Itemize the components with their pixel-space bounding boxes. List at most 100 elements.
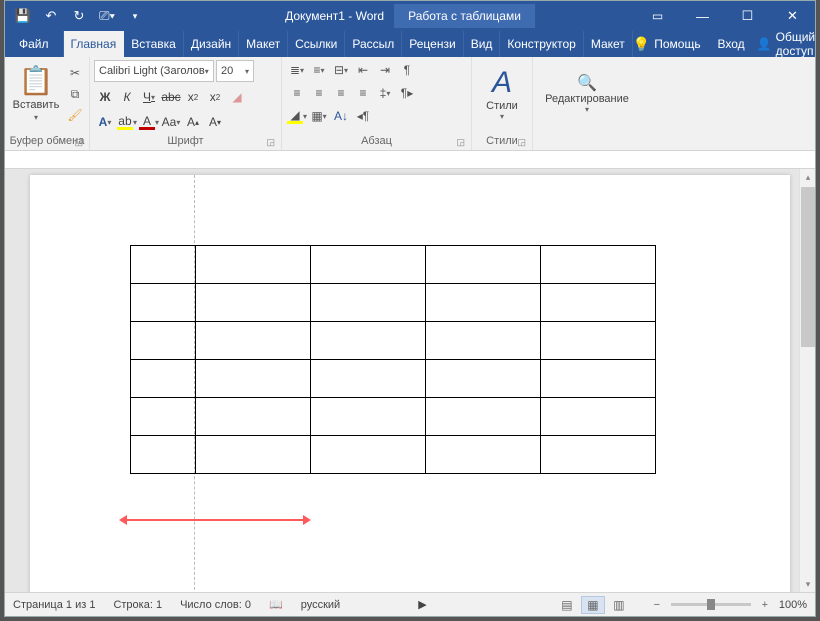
page[interactable] <box>30 175 790 592</box>
language-indicator[interactable]: русский <box>301 599 340 611</box>
zoom-thumb[interactable] <box>707 599 715 610</box>
strikethrough-button[interactable]: abc <box>160 87 182 107</box>
grow-font-button[interactable]: A▴ <box>182 112 204 132</box>
multilevel-list-button[interactable]: ⊟▾ <box>330 60 352 80</box>
document-table[interactable] <box>130 245 656 474</box>
tab-references[interactable]: Ссылки <box>288 31 345 57</box>
tab-table-layout[interactable]: Макет <box>584 31 633 57</box>
subscript-button[interactable]: x2 <box>182 87 204 107</box>
ltr-button[interactable]: ¶▸ <box>396 83 418 103</box>
clear-formatting-button[interactable]: ◢ <box>226 87 248 107</box>
bold-button[interactable]: Ж <box>94 87 116 107</box>
font-launcher-icon[interactable]: ◲ <box>266 137 275 148</box>
font-name-selector[interactable]: Calibri Light (Заголов▾ <box>94 60 214 82</box>
font-group-label: Шрифт <box>167 135 203 147</box>
shading-button[interactable]: ◢▾ <box>286 106 308 126</box>
table-row[interactable] <box>131 284 656 322</box>
increase-indent-button[interactable]: ⇥ <box>374 60 396 80</box>
page-indicator[interactable]: Страница 1 из 1 <box>13 599 95 611</box>
cut-button[interactable]: ✂ <box>65 64 85 82</box>
justify-button[interactable]: ≡ <box>352 83 374 103</box>
group-editing: 🔍 Редактирование ▾ <box>533 57 641 150</box>
tab-constructor[interactable]: Конструктор <box>500 31 583 57</box>
document-area[interactable]: ▴ ▾ <box>5 169 815 592</box>
shrink-font-button[interactable]: A▾ <box>204 112 226 132</box>
text-effects-button[interactable]: A▾ <box>94 112 116 132</box>
rtl-button[interactable]: ◂¶ <box>352 106 374 126</box>
show-marks-button[interactable]: ¶ <box>396 60 418 80</box>
sort-icon: A↓ <box>334 109 348 123</box>
horizontal-ruler[interactable] <box>5 151 815 169</box>
share-icon: 👤 <box>757 37 772 51</box>
superscript-button[interactable]: x2 <box>204 87 226 107</box>
signin-link[interactable]: Вход <box>718 37 745 51</box>
scrollbar-thumb[interactable] <box>801 187 815 347</box>
table-tools-title: Работа с таблицами <box>394 4 535 28</box>
styles-launcher-icon[interactable]: ◲ <box>517 137 526 148</box>
zoom-out-button[interactable]: − <box>649 599 665 611</box>
tab-home[interactable]: Главная <box>64 31 125 57</box>
zoom-in-button[interactable]: + <box>757 599 773 611</box>
tab-mailings[interactable]: Рассыл <box>345 31 402 57</box>
paragraph-group-label: Абзац <box>361 135 392 147</box>
view-buttons: ▤ ▦ ▥ <box>555 596 631 614</box>
share-button[interactable]: 👤 Общий доступ <box>749 30 820 58</box>
tab-review[interactable]: Рецензи <box>402 31 463 57</box>
tab-layout[interactable]: Макет <box>239 31 288 57</box>
table-row[interactable] <box>131 322 656 360</box>
line-indicator[interactable]: Строка: 1 <box>113 599 162 611</box>
tab-design[interactable]: Дизайн <box>184 31 239 57</box>
spellcheck-icon[interactable]: 📖 <box>269 598 283 611</box>
numbering-button[interactable]: ≡▾ <box>308 60 330 80</box>
paste-button[interactable]: 📋 Вставить ▾ <box>9 60 63 126</box>
read-mode-button[interactable]: ▤ <box>555 596 579 614</box>
change-case-button[interactable]: Aa▾ <box>160 112 182 132</box>
ribbon-display-options-icon[interactable]: ▭ <box>635 1 680 31</box>
tell-me-input[interactable]: Помощь <box>654 37 700 51</box>
word-count[interactable]: Число слов: 0 <box>180 599 251 611</box>
touch-mode-icon[interactable]: ⎚▾ <box>95 4 119 28</box>
align-left-button[interactable]: ≡ <box>286 83 308 103</box>
zoom-value[interactable]: 100% <box>779 599 807 611</box>
underline-button[interactable]: Ч ▾ <box>138 87 160 107</box>
table-row[interactable] <box>131 360 656 398</box>
undo-icon[interactable]: ↶ <box>39 4 63 28</box>
minimize-button[interactable]: — <box>680 1 725 31</box>
scroll-down-icon[interactable]: ▾ <box>800 576 815 592</box>
print-layout-button[interactable]: ▦ <box>581 596 605 614</box>
scroll-up-icon[interactable]: ▴ <box>800 169 815 185</box>
line-spacing-button[interactable]: ‡▾ <box>374 83 396 103</box>
close-button[interactable]: ✕ <box>770 1 815 31</box>
copy-button[interactable]: ⧉ <box>65 85 85 103</box>
table-row[interactable] <box>131 246 656 284</box>
align-center-button[interactable]: ≡ <box>308 83 330 103</box>
borders-button[interactable]: ▦▾ <box>308 106 330 126</box>
maximize-button[interactable]: ☐ <box>725 1 770 31</box>
redo-icon[interactable]: ↻ <box>67 4 91 28</box>
italic-button[interactable]: К <box>116 87 138 107</box>
font-color-button[interactable]: A▾ <box>138 112 160 132</box>
macro-icon[interactable]: ▶ <box>418 598 426 611</box>
sort-button[interactable]: A↓ <box>330 106 352 126</box>
tab-insert[interactable]: Вставка <box>124 31 184 57</box>
paragraph-launcher-icon[interactable]: ◲ <box>456 137 465 148</box>
save-icon[interactable]: 💾 <box>11 4 35 28</box>
table-row[interactable] <box>131 436 656 474</box>
zoom-slider[interactable] <box>671 603 751 606</box>
tab-view[interactable]: Вид <box>464 31 501 57</box>
highlight-button[interactable]: ab▾ <box>116 112 138 132</box>
format-painter-button[interactable]: 🖌 <box>65 106 85 124</box>
vertical-scrollbar[interactable]: ▴ ▾ <box>799 169 815 592</box>
bullets-button[interactable]: ≣▾ <box>286 60 308 80</box>
tab-file[interactable]: Файл <box>5 31 64 57</box>
qat-more-icon[interactable]: ▾ <box>123 4 147 28</box>
table-row[interactable] <box>131 398 656 436</box>
clipboard-launcher-icon[interactable]: ◲ <box>74 137 83 148</box>
styles-button[interactable]: A Стили ▾ <box>476 60 528 126</box>
font-size-selector[interactable]: 20▾ <box>216 60 254 82</box>
align-right-button[interactable]: ≡ <box>330 83 352 103</box>
editing-button[interactable]: 🔍 Редактирование ▾ <box>537 60 637 126</box>
quick-access-toolbar: 💾 ↶ ↻ ⎚▾ ▾ <box>5 4 147 28</box>
web-layout-button[interactable]: ▥ <box>607 596 631 614</box>
decrease-indent-button[interactable]: ⇤ <box>352 60 374 80</box>
